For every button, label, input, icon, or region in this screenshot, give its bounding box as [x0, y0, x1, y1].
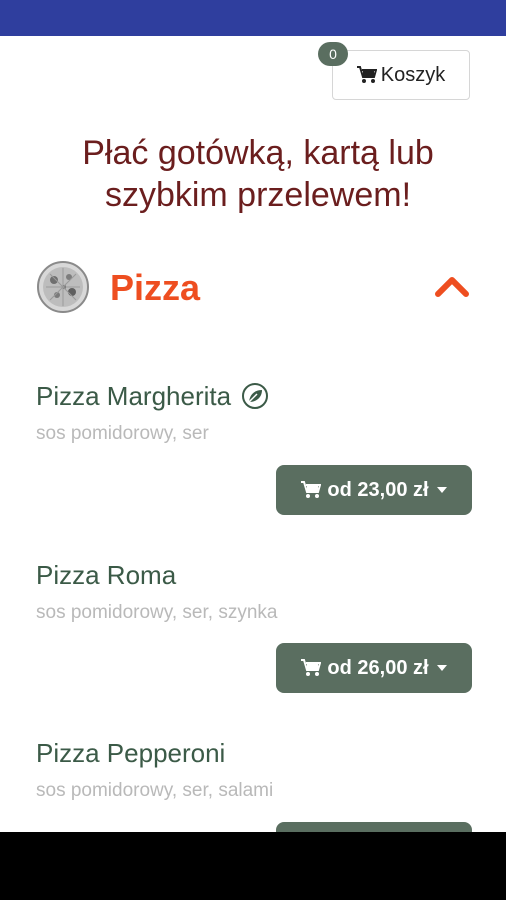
category-title: Pizza	[110, 267, 201, 308]
product-name: Pizza Roma	[36, 560, 177, 590]
product-name: Pizza Pepperoni	[36, 738, 226, 768]
product-item[interactable]: Pizza Roma sos pomidorowy, ser, szynka o…	[36, 559, 472, 693]
add-to-cart-button[interactable]: od 23,00 zł	[276, 465, 472, 515]
caret-down-icon	[436, 665, 447, 671]
status-bar	[0, 0, 506, 36]
promo-line-2: szybkim przelewem!	[104, 176, 412, 214]
product-description: sos pomidorowy, ser, szynka	[36, 602, 278, 623]
product-description: sos pomidorowy, ser	[36, 423, 209, 444]
cart-count-badge: 0	[318, 42, 348, 66]
chevron-up-icon[interactable]	[434, 274, 470, 298]
price-label: od 23,00 zł	[327, 478, 429, 501]
cart-label: Koszyk	[380, 63, 446, 86]
product-description: sos pomidorowy, ser, salami	[36, 780, 274, 801]
promo-line-1: Płać gotówką, kartą lub	[82, 134, 434, 172]
pizza-category-image	[37, 261, 89, 313]
cart-icon	[301, 659, 322, 676]
product-name: Pizza Margherita	[36, 381, 232, 411]
cart-icon	[301, 481, 322, 498]
product-item[interactable]: Pizza Pepperoni sos pomidorowy, ser, sal…	[36, 737, 472, 872]
cart-icon	[356, 66, 377, 83]
navigation-bar	[0, 832, 506, 900]
price-label: od 26,00 zł	[327, 656, 429, 679]
product-item[interactable]: Pizza Margherita sos pomidorowy, ser od …	[36, 380, 472, 515]
promo-banner: Płać gotówką, kartą lub szybkim przelewe…	[0, 132, 506, 216]
add-to-cart-button[interactable]: od 26,00 zł	[276, 643, 472, 693]
vegetarian-leaf-icon	[242, 383, 269, 409]
caret-down-icon	[436, 487, 447, 493]
cart-button[interactable]: Koszyk	[332, 50, 470, 100]
category-header[interactable]: Pizza	[36, 260, 472, 316]
